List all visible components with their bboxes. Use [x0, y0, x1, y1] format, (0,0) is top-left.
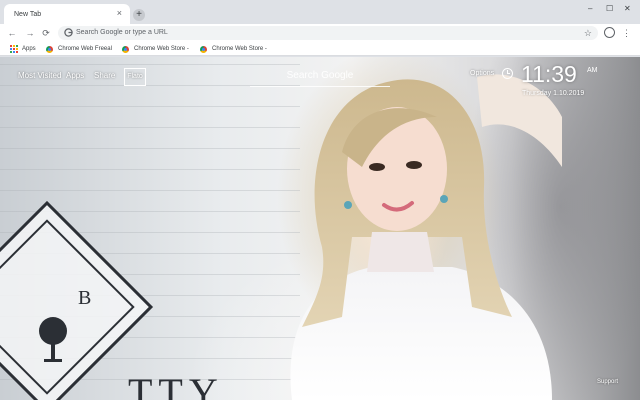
apps-grid-dot [16, 51, 18, 53]
clock-time: 11:39 [521, 61, 577, 87]
profile-icon[interactable] [604, 27, 615, 38]
clock-ampm: AM [587, 67, 598, 74]
window-close-icon[interactable]: ✕ [624, 5, 631, 13]
clock-date: Thursday 1.10.2019 [522, 90, 585, 97]
new-tab-button[interactable]: + [133, 9, 145, 21]
browser-toolbar: ← → ⟳ Search Google or type a URL ☆ ⋮ [0, 24, 640, 42]
bookmarks-bar: Apps Chrome Web Freeal Chrome Web Store … [0, 42, 640, 56]
apps-grid-dot [16, 45, 18, 47]
wallpaper-portrait [290, 74, 562, 400]
flato-button[interactable]: Flato [124, 68, 146, 86]
apps-grid-dot [10, 48, 12, 50]
bookmark-item-2[interactable]: Chrome Web Store - [122, 44, 189, 54]
omnibox-placeholder: Search Google or type a URL [76, 29, 168, 36]
apps-grid-dot [10, 51, 12, 53]
apps-grid-dot [13, 48, 15, 50]
bookmark-item-1[interactable]: Chrome Web Freeal [46, 44, 112, 54]
minimize-icon[interactable]: – [588, 5, 592, 13]
maximize-icon[interactable]: ☐ [606, 5, 613, 13]
nav-share[interactable]: Share [94, 71, 115, 80]
reload-icon[interactable]: ⟳ [40, 26, 52, 40]
forward-icon[interactable]: → [24, 26, 36, 40]
nav-apps[interactable]: Apps [66, 71, 84, 80]
bookmark-item-3[interactable]: Chrome Web Store - [200, 44, 267, 54]
options-link[interactable]: Options [470, 70, 494, 77]
google-g-icon [64, 28, 73, 37]
apps-grid-dot [13, 45, 15, 47]
bookmark-apps-label: Apps [22, 46, 36, 52]
new-tab-page: B TTY Most Visited Apps Share Flato Sear… [0, 57, 640, 400]
chrome-web-store-icon [200, 45, 207, 53]
chrome-web-store-icon [46, 45, 53, 53]
tab-close-icon[interactable]: × [117, 9, 122, 18]
apps-grid-icon [10, 45, 18, 53]
bookmark-apps[interactable]: Apps [10, 44, 36, 54]
apps-grid-dot [16, 48, 18, 50]
clock-icon[interactable] [502, 68, 513, 79]
sign-letter: B [78, 287, 92, 309]
ntp-search-input[interactable] [250, 65, 390, 86]
tab-title: New Tab [14, 11, 42, 18]
omnibox[interactable]: Search Google or type a URL ☆ [58, 26, 598, 40]
tree-icon [39, 317, 67, 362]
support-link[interactable]: Support [597, 379, 618, 385]
apps-grid-dot [13, 51, 15, 53]
bookmark-item-label: Chrome Web Store - [134, 46, 189, 52]
back-icon[interactable]: ← [6, 26, 18, 40]
bookmark-star-icon[interactable]: ☆ [584, 27, 592, 39]
menu-icon[interactable]: ⋮ [622, 26, 631, 40]
chrome-web-store-icon [122, 45, 129, 53]
bookmark-item-label: Chrome Web Store - [212, 46, 267, 52]
bookmark-item-label: Chrome Web Freeal [58, 46, 112, 52]
wall-lettering: TTY [128, 370, 224, 400]
ntp-search-box[interactable] [250, 65, 390, 87]
apps-grid-dot [10, 45, 12, 47]
nav-most-visited[interactable]: Most Visited [18, 71, 61, 80]
